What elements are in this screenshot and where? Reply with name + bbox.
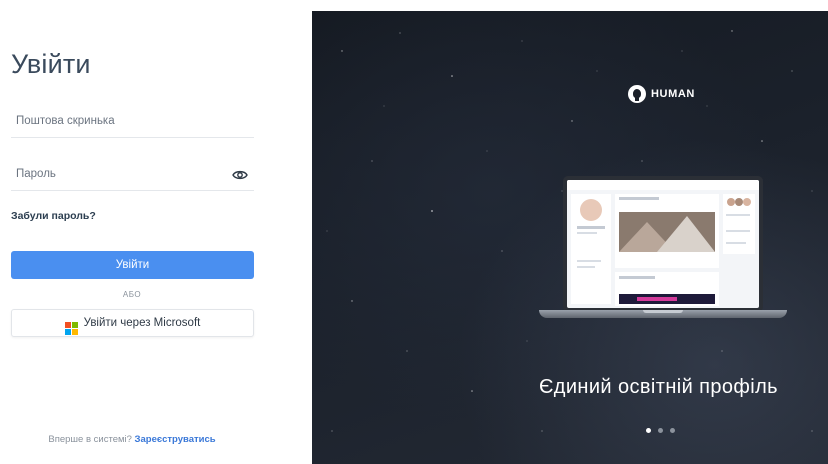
password-field[interactable]: Пароль [11,163,254,191]
login-button[interactable]: Увійти [11,251,254,279]
login-panel: Увійти Поштова скринька Пароль Забули па… [0,0,312,464]
human-logo-icon [628,85,646,103]
laptop-base [539,310,787,318]
app-preview [567,180,759,308]
or-divider: АБО [122,290,142,299]
microsoft-logo-icon [64,322,78,335]
brand-name: HUMAN [651,88,695,100]
carousel-dot[interactable] [646,428,651,433]
forgot-password-link[interactable]: Забули пароль? [11,210,96,222]
signup-prompt-text: Вперше в системі? [48,434,132,445]
carousel-indicators [646,428,675,433]
promo-tagline: Єдиний освітній профіль [539,376,778,398]
signup-prompt: Вперше в системі? Зареєструватись [0,434,264,445]
page-title: Увійти [11,49,91,79]
eye-icon[interactable] [232,169,248,181]
email-placeholder: Поштова скринька [16,115,115,127]
microsoft-login-button[interactable]: Увійти через Microsoft [11,309,254,337]
signup-link[interactable]: Зареєструватись [135,434,216,445]
laptop-screen [563,176,763,312]
human-brand: HUMAN [628,85,695,103]
email-field[interactable]: Поштова скринька [11,110,254,138]
carousel-dot[interactable] [670,428,675,433]
app-preview-graphic [567,180,759,306]
microsoft-login-label: Увійти через Microsoft [83,317,201,329]
password-placeholder: Пароль [16,168,56,180]
carousel-dot[interactable] [658,428,663,433]
laptop-illustration [539,176,787,322]
